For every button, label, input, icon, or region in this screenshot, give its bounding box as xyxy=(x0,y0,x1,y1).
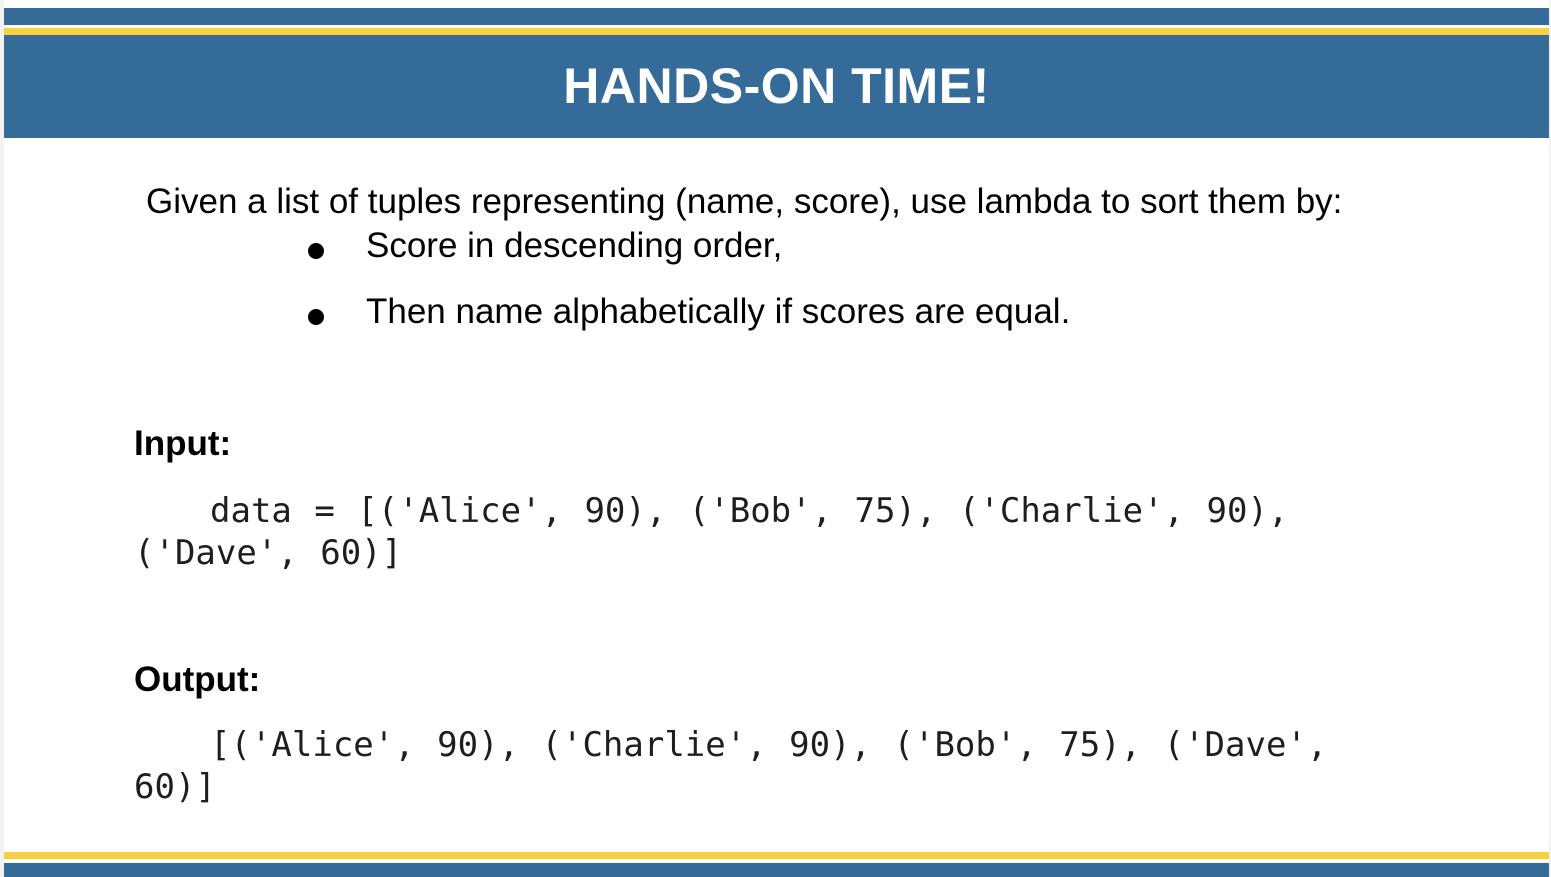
top-blue-bar xyxy=(4,8,1549,25)
criteria-text: Then name alphabetically if scores are e… xyxy=(366,292,1071,331)
task-prompt: Given a list of tuples representing (nam… xyxy=(146,182,1343,221)
output-label: Output: xyxy=(134,660,261,699)
output-code: [('Alice', 90), ('Charlie', 90), ('Bob',… xyxy=(134,725,1328,807)
input-label: Input: xyxy=(134,424,232,463)
criteria-item-score: Score in descending order, xyxy=(300,226,1070,292)
title-band: HANDS-ON TIME! xyxy=(4,35,1549,138)
criteria-item-name: Then name alphabetically if scores are e… xyxy=(300,292,1070,358)
bullet-icon xyxy=(308,243,324,259)
input-code: data = [('Alice', 90), ('Bob', 75), ('Ch… xyxy=(134,491,1289,573)
top-yellow-stripe xyxy=(4,28,1549,35)
bottom-yellow-stripe xyxy=(4,852,1549,859)
slide-title: HANDS-ON TIME! xyxy=(563,57,990,114)
criteria-text: Score in descending order, xyxy=(366,226,783,265)
bottom-blue-bar xyxy=(4,863,1549,877)
sort-criteria-list: Score in descending order, Then name alp… xyxy=(300,226,1070,358)
bullet-icon xyxy=(308,309,324,325)
